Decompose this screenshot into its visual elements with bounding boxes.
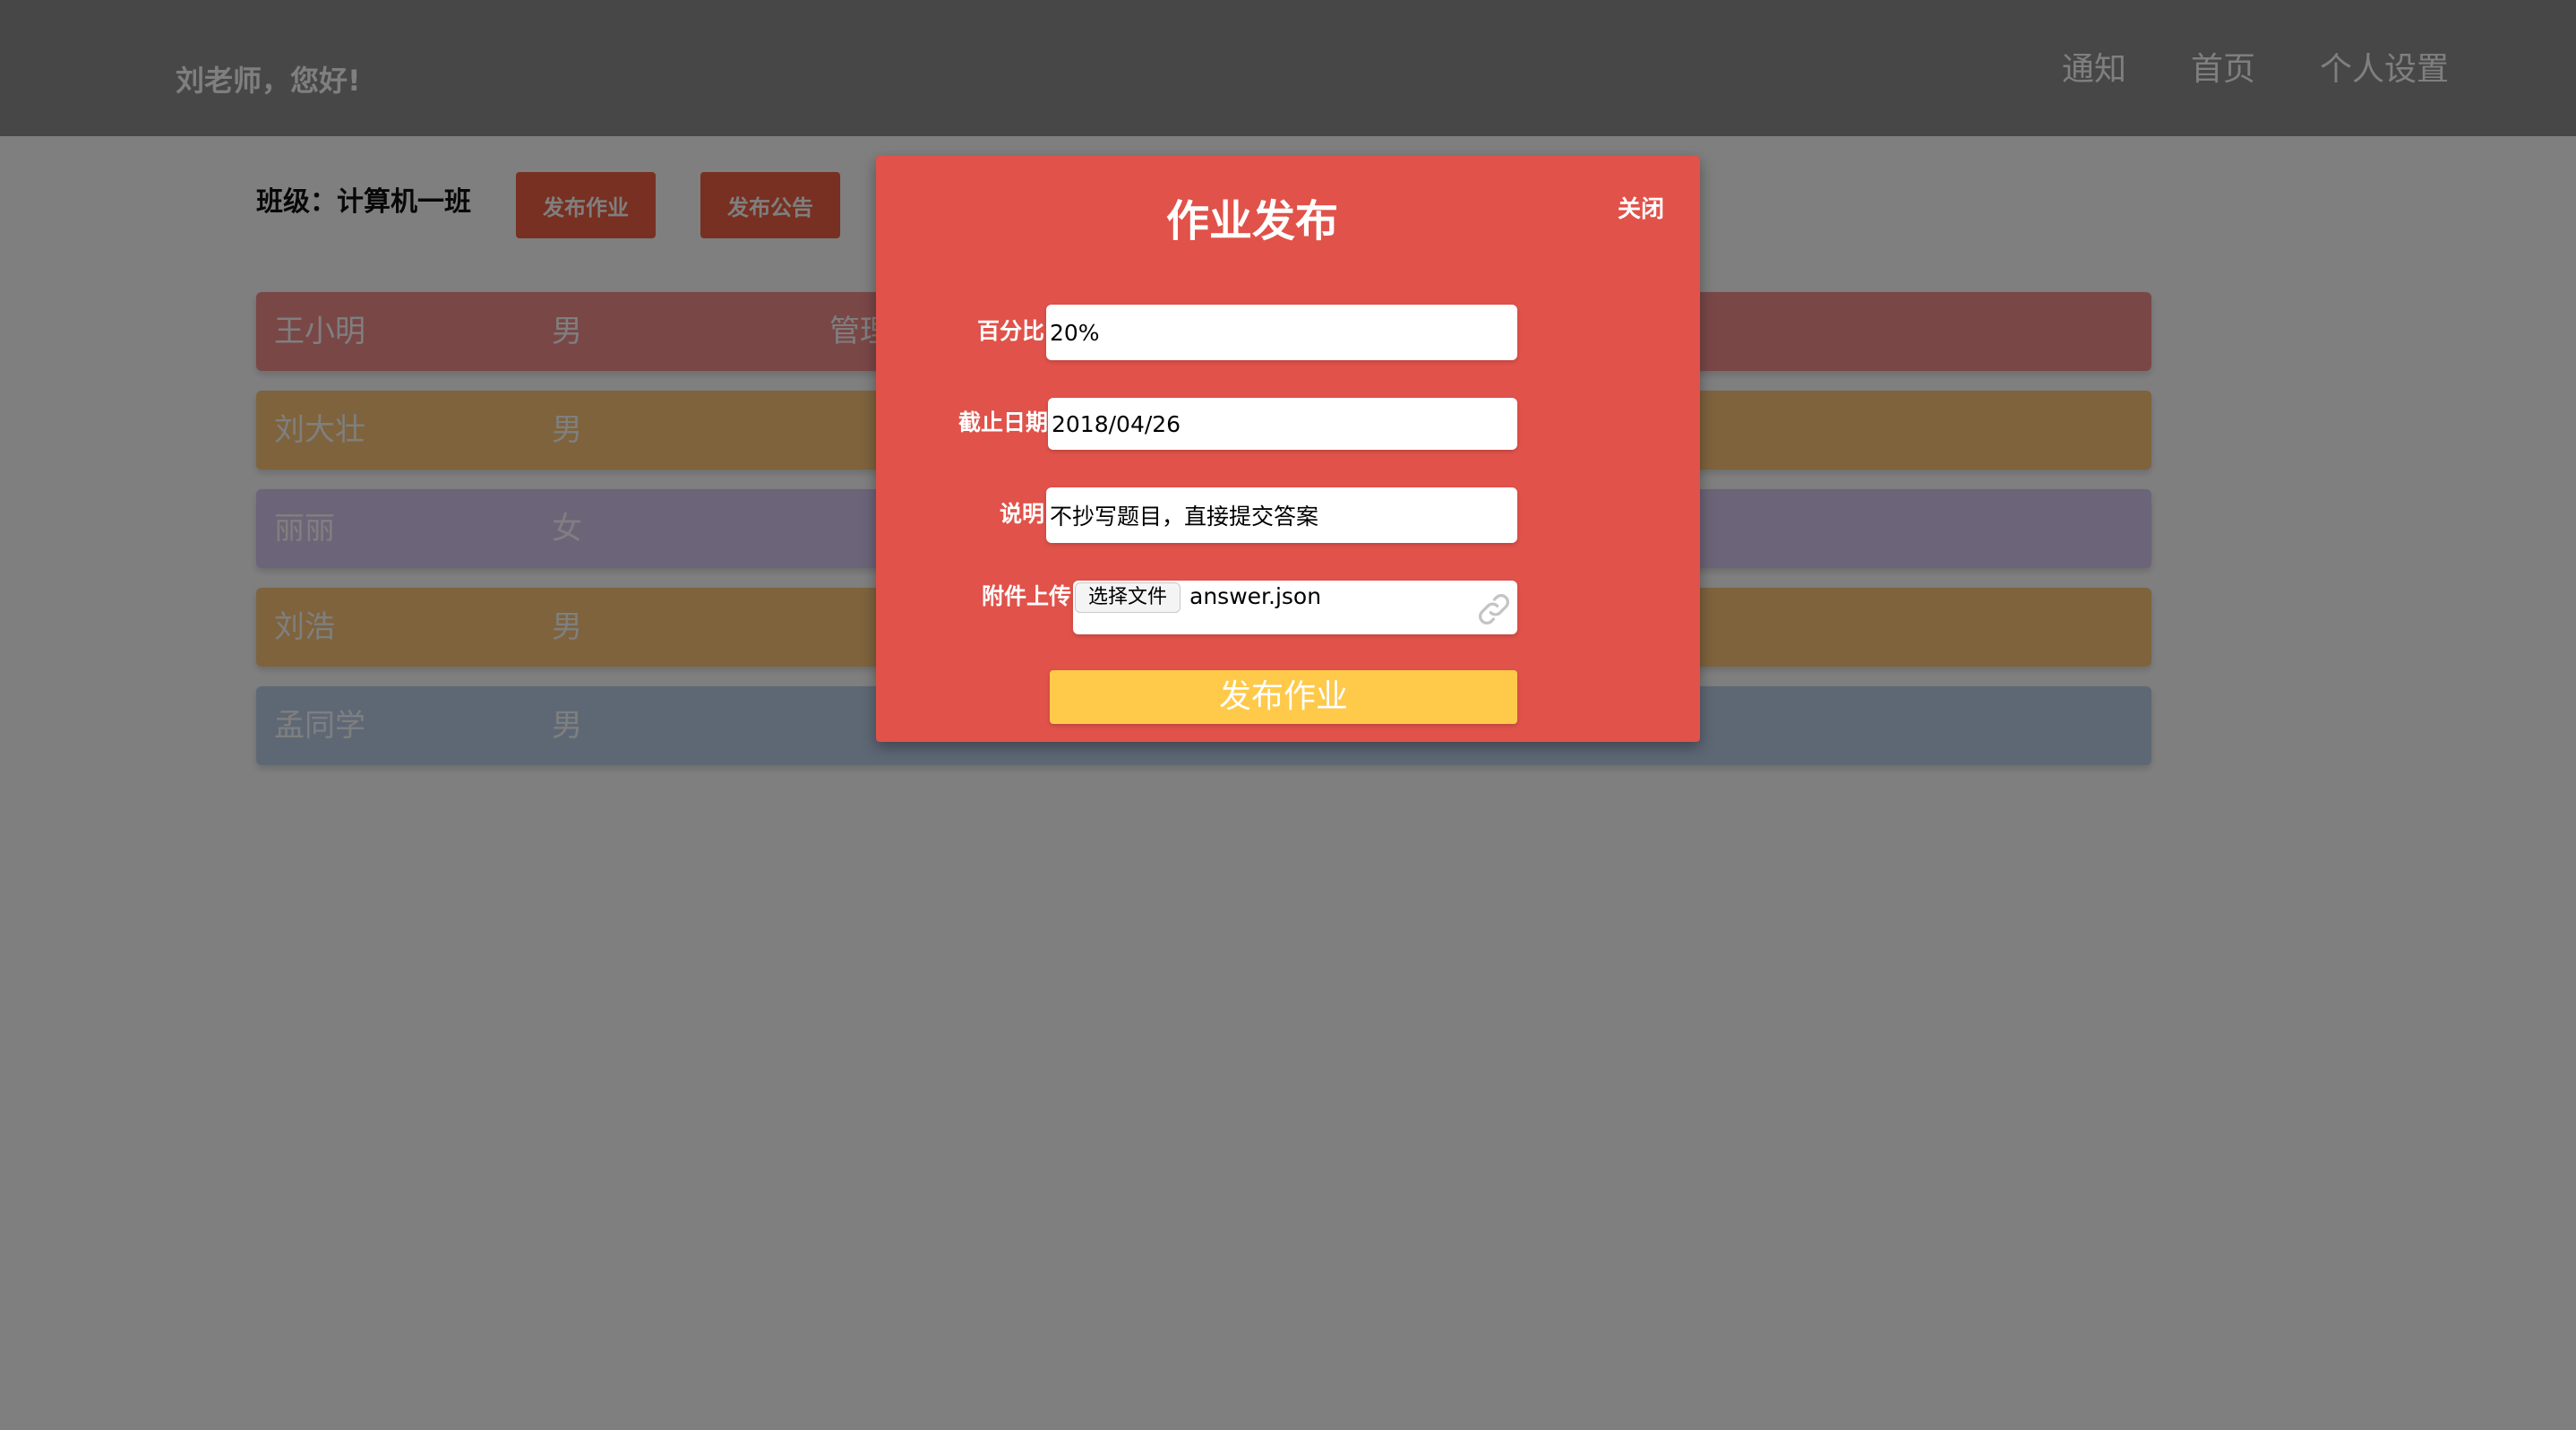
close-button[interactable]: 关闭 — [1618, 192, 1664, 228]
publish-homework-dialog: 作业发布 关闭 百分比 截止日期 说明 附件上传 选择文件 answer.jso… — [876, 156, 1700, 742]
description-input[interactable] — [1046, 487, 1517, 543]
choose-file-button[interactable]: 选择文件 — [1075, 582, 1181, 613]
page: 刘老师，您好! 通知 首页 个人设置 班级：计算机一班 发布作业 发布公告 王小… — [0, 0, 2576, 1430]
description-label: 说明 — [999, 501, 1044, 527]
link-icon — [1479, 594, 1509, 625]
submit-homework-button[interactable]: 发布作业 — [1050, 670, 1517, 724]
dialog-title: 作业发布 — [1165, 196, 1338, 246]
deadline-input[interactable] — [1048, 398, 1517, 450]
percent-input[interactable] — [1046, 305, 1517, 360]
attachment-label: 附件上传 — [981, 583, 1071, 609]
percent-label: 百分比 — [976, 318, 1044, 344]
selected-file-name: answer.json — [1189, 583, 1322, 609]
deadline-label: 截止日期 — [957, 409, 1048, 435]
file-upload-field[interactable]: 选择文件 answer.json — [1073, 581, 1517, 634]
